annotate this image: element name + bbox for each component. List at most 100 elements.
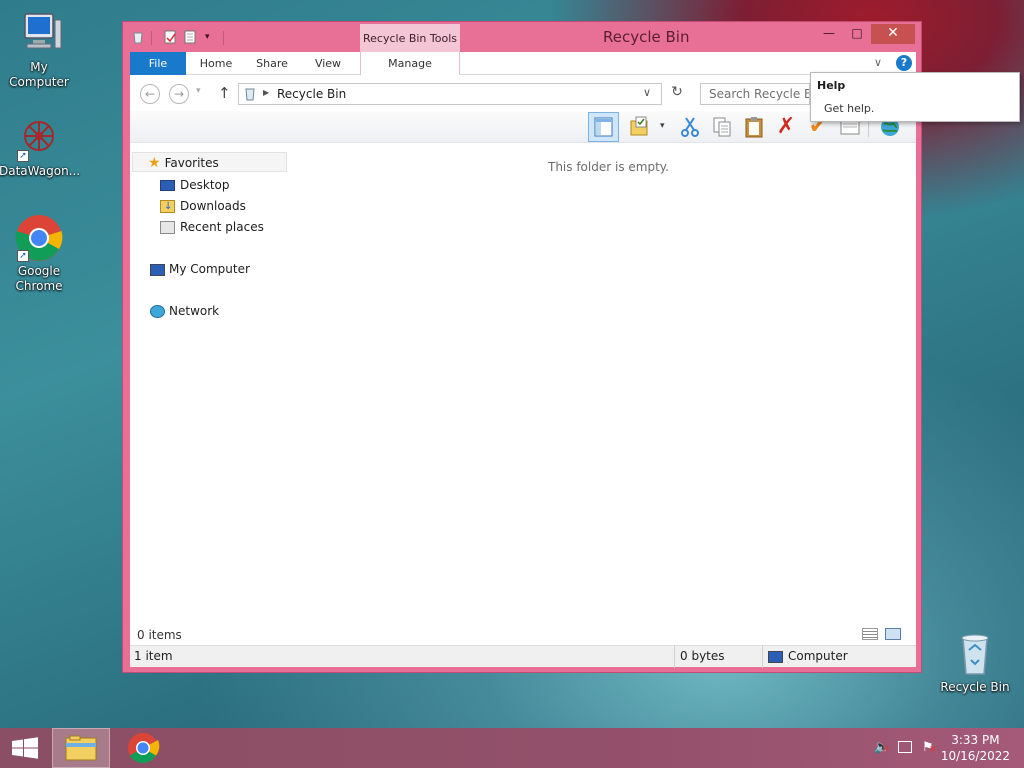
title-bar[interactable]: ▾ Recycle Bin Tools Recycle Bin — □ ✕ (123, 22, 921, 52)
details-bar: 1 item 0 bytes Computer (130, 645, 916, 668)
copy-icon[interactable] (710, 115, 734, 139)
search-input[interactable]: Search Recycle Bin (700, 83, 810, 105)
navigation-pane: ★ Favorites Desktop ↓ Downloads Recent pla… (130, 143, 290, 623)
new-folder-icon[interactable] (183, 30, 197, 44)
cut-icon[interactable] (678, 115, 702, 139)
nav-item-network[interactable]: Network (150, 303, 290, 319)
recycle-bin-small-icon (243, 87, 257, 104)
action-center-flag-icon[interactable]: ⚑ ✕ (922, 740, 937, 755)
total-size: 0 bytes (680, 649, 725, 663)
network-tray-icon[interactable] (898, 741, 912, 753)
tab-manage[interactable]: Manage (360, 52, 460, 75)
selection-count: 1 item (134, 649, 173, 663)
details-divider (674, 646, 675, 668)
nav-item-label: Downloads (180, 199, 246, 213)
nav-item-label: Network (169, 304, 220, 318)
star-icon: ★ (148, 155, 161, 171)
system-clock[interactable]: 3:33 PM 10/16/2022 (941, 732, 1010, 764)
nav-item-label: My Computer (169, 262, 250, 276)
help-tooltip-text: Get help. (824, 102, 875, 115)
nav-item-favorites[interactable]: ★ Favorites (148, 155, 288, 171)
forward-button[interactable]: → (169, 84, 189, 104)
file-list-area[interactable]: This folder is empty. (295, 143, 916, 623)
details-view-icon[interactable] (862, 628, 878, 640)
window-client: ← → ▾ ↑ ▶ Recycle Bin ∨ ↻ Search Recycle… (130, 75, 916, 668)
status-bar: 0 items (130, 625, 916, 645)
qat-divider (151, 31, 152, 45)
address-location[interactable]: Recycle Bin (277, 87, 346, 101)
computer-small-icon (768, 651, 783, 663)
tab-share[interactable]: Share (246, 52, 298, 75)
nav-item-desktop[interactable]: Desktop (160, 177, 290, 193)
maximize-button[interactable]: □ (843, 24, 871, 44)
preview-pane-icon[interactable] (588, 112, 619, 142)
minimize-button[interactable]: — (815, 24, 843, 44)
clock-date: 10/16/2022 (940, 749, 1010, 763)
close-button[interactable]: ✕ (871, 24, 915, 44)
tab-view[interactable]: View (302, 52, 354, 75)
address-row: ← → ▾ ↑ ▶ Recycle Bin ∨ ↻ Search Recycle… (130, 75, 916, 111)
paste-icon[interactable] (742, 115, 766, 139)
shortcut-arrow-icon: ➚ (17, 150, 29, 162)
folder-options-icon[interactable] (628, 115, 652, 139)
clock-time: 3:33 PM (951, 733, 1000, 747)
tab-home[interactable]: Home (190, 52, 242, 75)
desktop-icon-label: My Computer (9, 60, 69, 89)
recent-locations-chevron-icon[interactable]: ▾ (196, 86, 201, 96)
delete-icon[interactable]: ✗ (774, 115, 798, 139)
explorer-window: ▾ Recycle Bin Tools Recycle Bin — □ ✕ Fi… (122, 21, 922, 673)
breadcrumb-separator-icon: ▶ (263, 88, 270, 97)
recycle-bin-tools-group: Recycle Bin Tools (360, 24, 460, 52)
computer-icon (15, 10, 63, 58)
computer-small-icon (150, 263, 165, 276)
help-icon[interactable]: ? (896, 55, 912, 71)
datawagon-icon: ➚ (15, 114, 63, 162)
qat-divider (223, 31, 224, 45)
recent-places-icon (160, 221, 175, 234)
address-bar[interactable]: ▶ Recycle Bin ∨ (238, 83, 662, 105)
nav-item-my-computer[interactable]: My Computer (150, 261, 290, 277)
expand-ribbon-chevron-icon[interactable]: ∨ (874, 56, 882, 69)
large-icons-view-icon[interactable] (885, 628, 901, 640)
customize-qat-chevron-icon[interactable]: ▾ (205, 30, 219, 44)
taskbar-chrome[interactable] (114, 728, 172, 768)
nav-item-downloads[interactable]: ↓ Downloads (160, 198, 290, 214)
window-title: Recycle Bin (603, 28, 690, 46)
volume-muted-icon[interactable]: 🔈 ✕ (874, 740, 890, 755)
chrome-icon: ➚ (15, 214, 63, 262)
back-button[interactable]: ← (140, 84, 160, 104)
network-icon (150, 305, 165, 318)
nav-item-label: Recent places (180, 220, 264, 234)
desktop-icon-recycle-bin[interactable]: Recycle Bin (935, 630, 1015, 695)
folder-options-dropdown-icon[interactable]: ▾ (660, 121, 665, 131)
up-arrow-icon[interactable]: ↑ (218, 84, 231, 102)
desktop-icon-label: Google Chrome (15, 264, 63, 293)
help-tooltip-title: Help (817, 79, 846, 92)
desktop-icon-my-computer[interactable]: My Computer (0, 10, 79, 90)
windows-logo-icon (12, 737, 38, 759)
recycle-bin-small-icon (131, 30, 145, 44)
help-tooltip: Help Get help. (810, 72, 1020, 122)
downloads-folder-icon: ↓ (160, 200, 175, 213)
nav-item-label: Desktop (180, 178, 230, 192)
properties-icon[interactable] (163, 30, 177, 44)
shortcut-arrow-icon: ➚ (17, 250, 29, 262)
recycle-bin-icon (951, 630, 999, 678)
start-button[interactable] (0, 728, 50, 768)
desktop-icon-datawagon[interactable]: ➚ DataWagon... (0, 114, 81, 179)
nav-item-recent-places[interactable]: Recent places (160, 219, 290, 235)
desktop-icon (160, 180, 175, 191)
refresh-icon[interactable]: ↻ (666, 84, 688, 104)
desktop-icon-label: DataWagon... (0, 164, 81, 178)
taskbar-file-explorer[interactable] (52, 728, 110, 768)
location-label: Computer (788, 649, 848, 663)
tab-file[interactable]: File (130, 52, 186, 75)
command-toolbar: ▾ ✗ ✔ (130, 111, 916, 143)
ribbon-tabs: File Home Share View Manage ∨ ? (130, 52, 916, 75)
taskbar: 🔈 ✕ ⚑ ✕ 3:33 PM 10/16/2022 (0, 728, 1024, 768)
file-explorer-icon (65, 735, 97, 761)
desktop-icon-label: Recycle Bin (940, 680, 1010, 694)
address-dropdown-icon[interactable]: ∨ (643, 86, 651, 99)
desktop-icon-chrome[interactable]: ➚ Google Chrome (0, 214, 79, 294)
details-divider (762, 646, 763, 668)
